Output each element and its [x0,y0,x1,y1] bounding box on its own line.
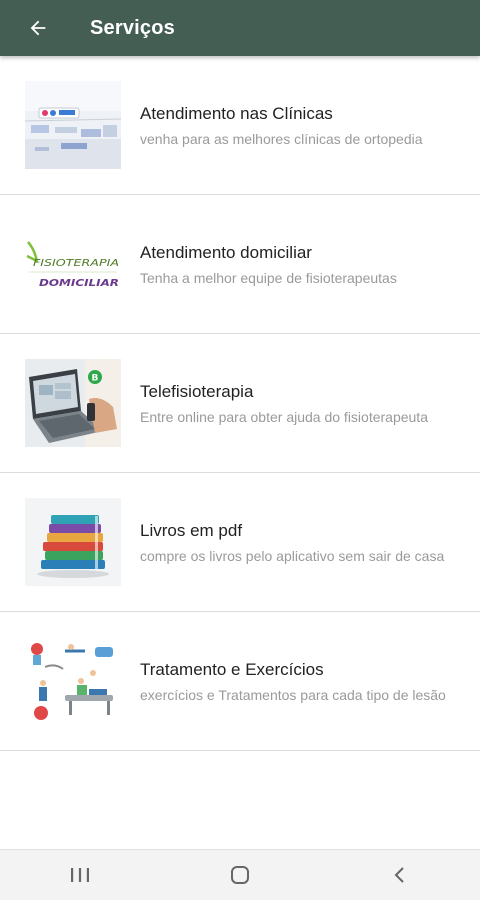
svg-text:FISIOTERAPIA: FISIOTERAPIA [33,258,119,269]
svg-text:B: B [92,374,99,384]
service-subtitle: Tenha a melhor equipe de fisioterapeutas [140,269,397,286]
laptop-photo: B [25,359,121,447]
service-title: Livros em pdf [140,520,243,540]
arrow-left-icon [30,20,46,36]
home-icon [231,866,249,884]
service-item-tratamento[interactable]: Tratamento e Exercícios exercícios e Tra… [0,612,480,751]
page-title: Serviços [90,16,175,39]
app-bar: Serviços [0,0,480,56]
nav-back-icon [394,867,404,883]
service-title: Tratamento e Exercícios [140,659,324,679]
recents-button[interactable] [50,855,110,895]
clinic-photo [25,81,121,169]
service-subtitle: venha para as melhores clínicas de ortop… [140,130,423,147]
service-title: Telefisioterapia [140,381,254,401]
service-subtitle: Entre online para obter ajuda do fisiote… [140,408,428,425]
services-list: Atendimento nas Clínicas venha para as m… [0,56,480,751]
system-navigation-bar [0,849,480,900]
fisioterapia-domiciliar-logo: FISIOTERAPIA DOMICILIAR [25,220,121,308]
service-item-livros[interactable]: Livros em pdf compre os livros pelo apli… [0,473,480,612]
service-item-clinicas[interactable]: Atendimento nas Clínicas venha para as m… [0,56,480,195]
home-button[interactable] [210,855,270,895]
service-subtitle: compre os livros pelo aplicativo sem sai… [140,547,445,564]
recents-icon [71,868,89,882]
service-title: Atendimento domiciliar [140,242,312,262]
service-subtitle: exercícios e Tratamentos para cada tipo … [140,686,446,703]
nav-back-button[interactable] [370,855,430,895]
back-button[interactable] [18,8,58,48]
service-item-telefisioterapia[interactable]: B Telefisioterapia Entre online para obt… [0,334,480,473]
svg-text:DOMICILIAR: DOMICILIAR [39,278,119,289]
books-stack-image [25,498,121,586]
service-item-domiciliar[interactable]: FISIOTERAPIA DOMICILIAR Atendimento domi… [0,195,480,334]
service-title: Atendimento nas Clínicas [140,103,333,123]
exercise-illustration [25,637,121,725]
